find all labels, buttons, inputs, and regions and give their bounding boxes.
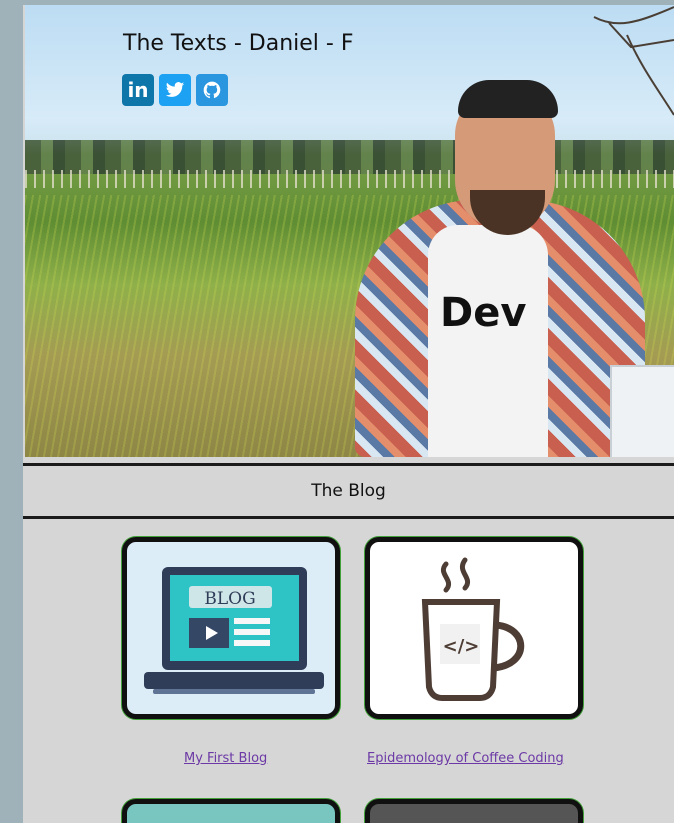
coffee-mug-code-icon: </> — [421, 557, 525, 701]
github-icon[interactable] — [196, 74, 228, 106]
blog-heading-bar: The Blog — [23, 463, 674, 519]
portrait: Dev — [310, 80, 674, 457]
hair — [458, 80, 558, 118]
github-octocat-icon — [203, 81, 221, 99]
twitter-bird-icon — [165, 82, 185, 97]
post-link-my-first-blog[interactable]: My First Blog — [184, 751, 267, 766]
post-link-epidemology-coffee-coding[interactable]: Epidemology of Coffee Coding — [367, 751, 564, 766]
social-links: in — [122, 74, 228, 106]
page: Dev The Texts - Daniel - F in The Blog B… — [23, 5, 674, 823]
shirt-logo: Dev — [440, 290, 527, 336]
blog-card-first-blog[interactable]: BLOG — [122, 537, 340, 719]
site-title: The Texts - Daniel - F — [123, 31, 354, 56]
blog-card-third-preview[interactable] — [122, 799, 340, 823]
blog-card-coffee-coding[interactable]: </> — [365, 537, 583, 719]
t-shirt — [428, 225, 548, 457]
blog-card-fourth-preview[interactable] — [365, 799, 583, 823]
white-box — [610, 365, 674, 457]
twitter-icon[interactable] — [159, 74, 191, 106]
code-symbol: </> — [443, 636, 480, 657]
hero-banner: Dev The Texts - Daniel - F in — [25, 5, 674, 457]
laptop-blog-text: BLOG — [204, 589, 255, 609]
linkedin-icon[interactable]: in — [122, 74, 154, 106]
laptop-blog-icon: BLOG — [144, 567, 324, 694]
blog-heading: The Blog — [311, 481, 386, 501]
